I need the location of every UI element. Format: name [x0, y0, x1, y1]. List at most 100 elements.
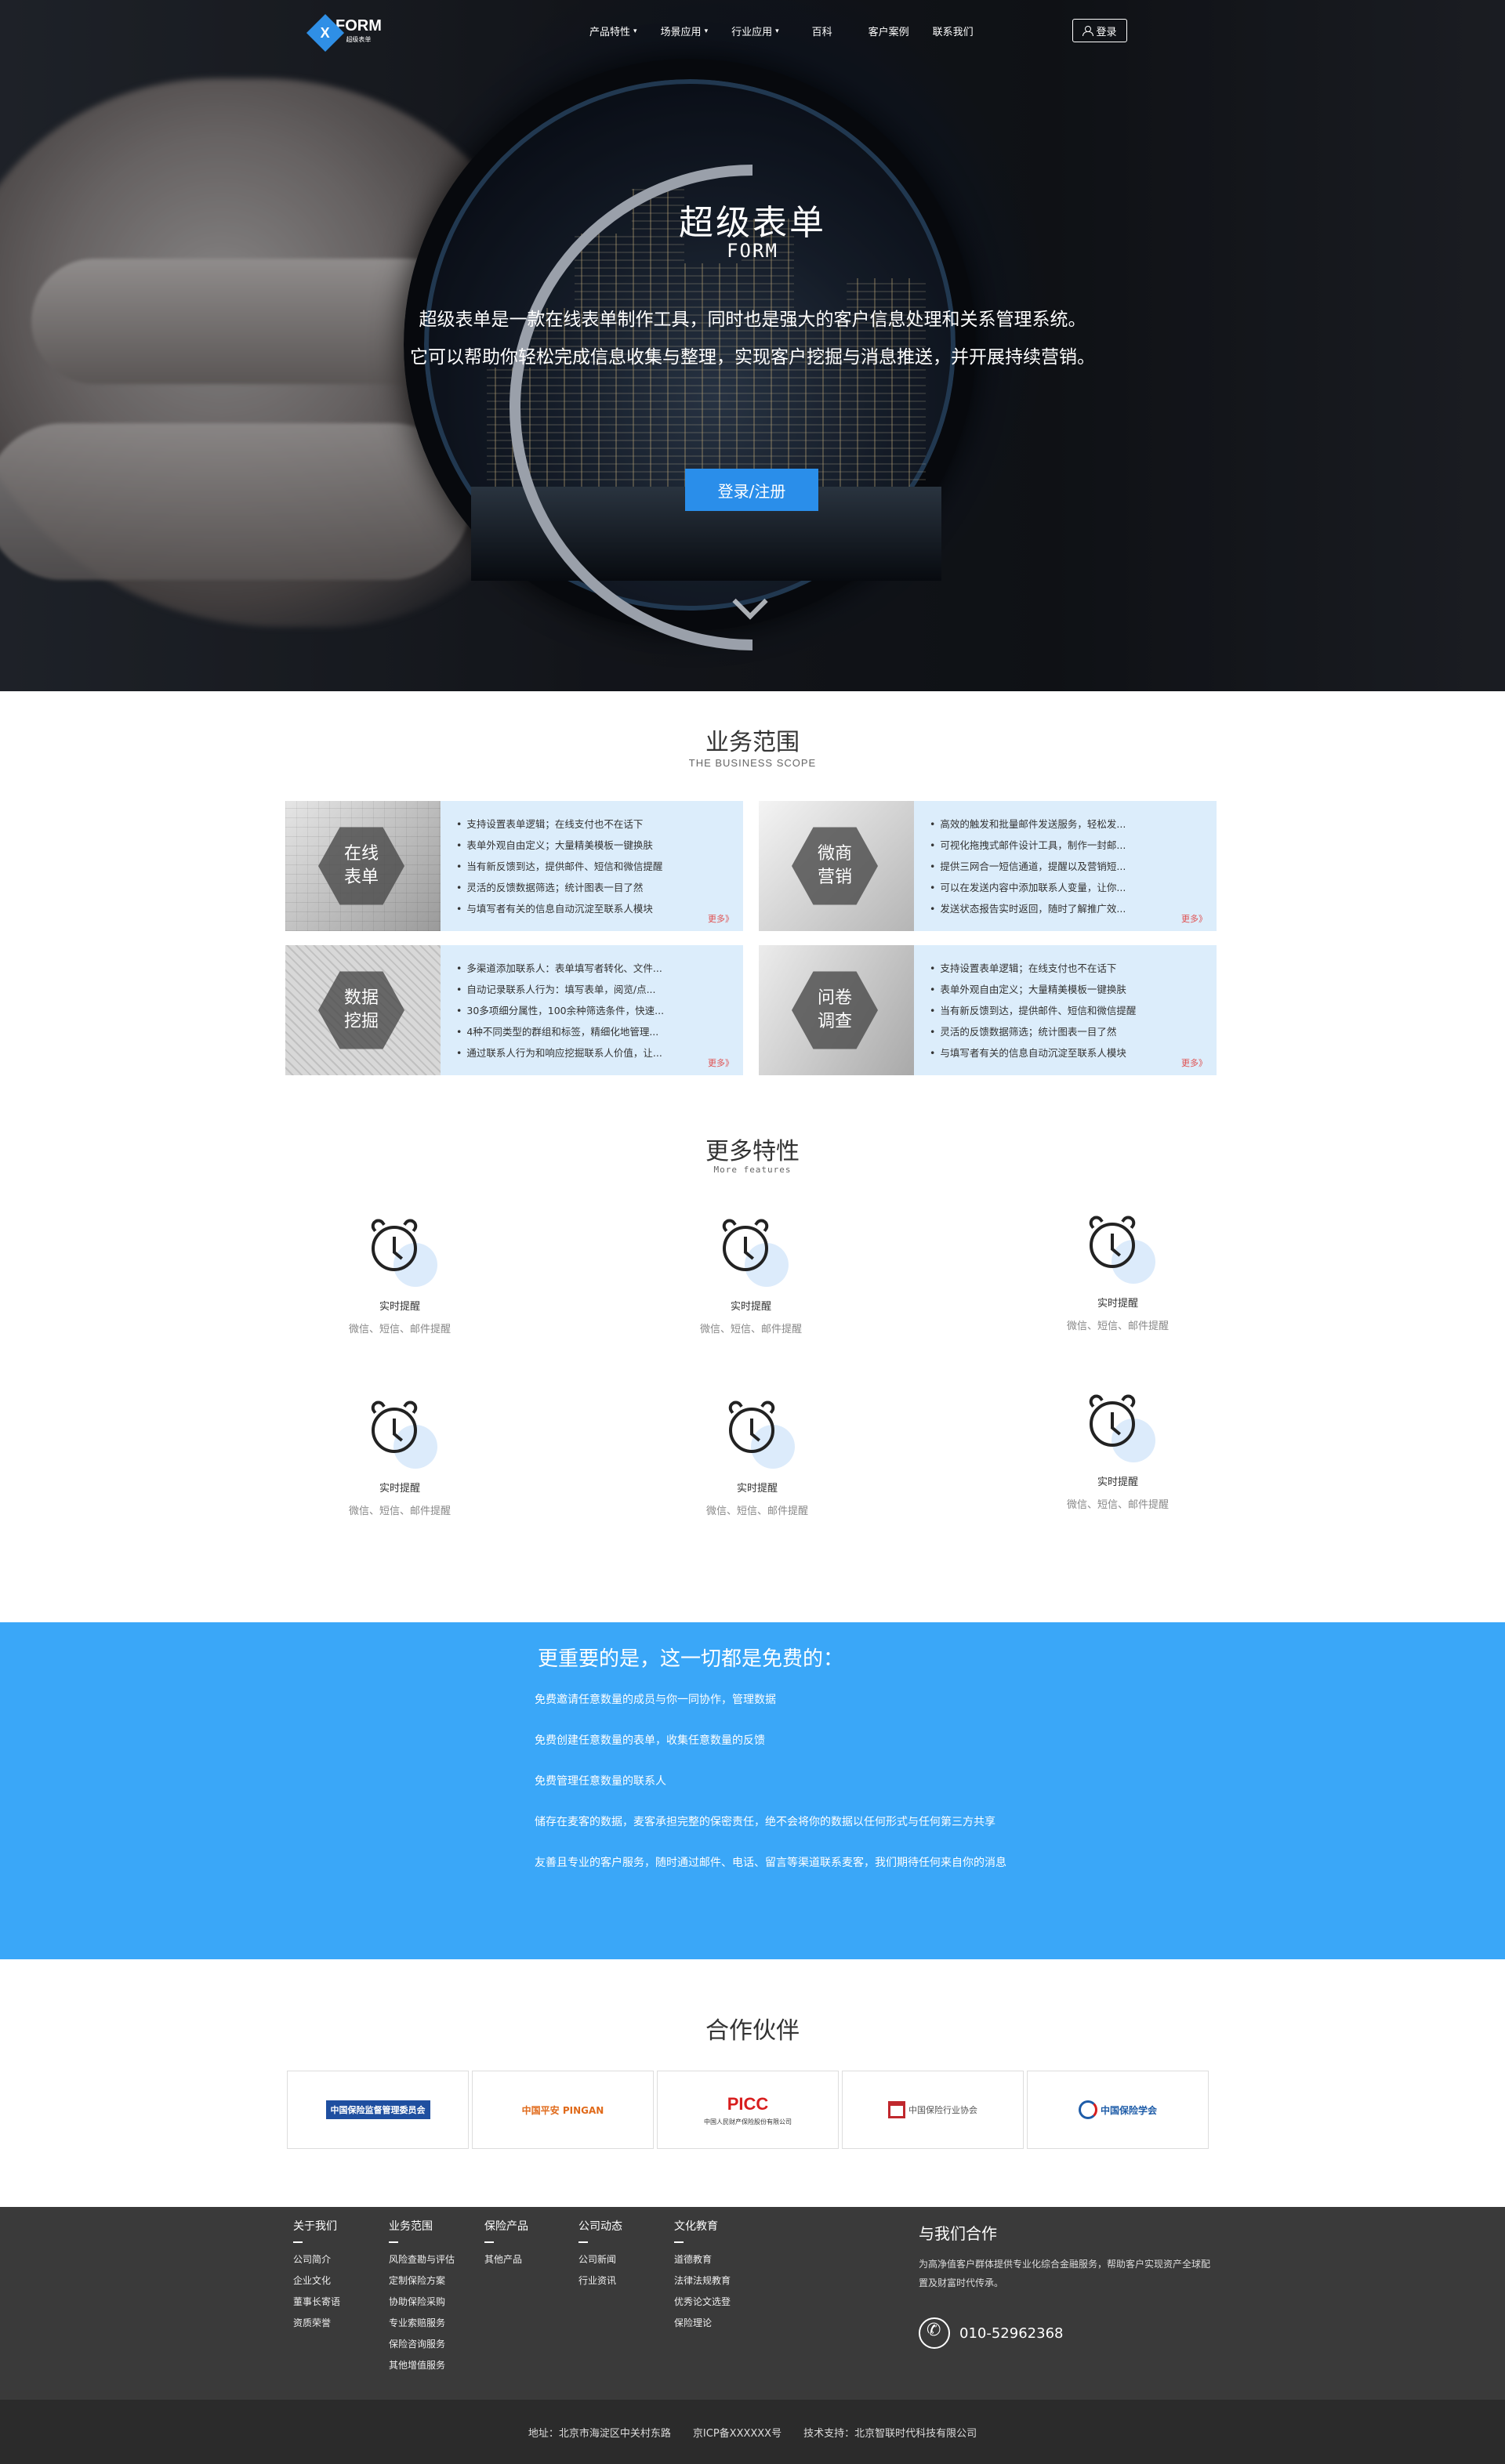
phone-contact[interactable]: 010-52962368 [919, 2317, 1217, 2349]
alarm-clock-icon [1086, 1391, 1155, 1462]
brand-logo[interactable]: X FORM 超级表单 [306, 13, 382, 53]
footer-link[interactable]: 公司简介 [293, 2249, 340, 2270]
tech-support-text: 技术支持：北京智联时代科技有限公司 [803, 2427, 977, 2440]
features-subtitle: More features [713, 1165, 792, 1175]
footer-col-about: 关于我们 公司简介 企业文化 董事长寄语 资质荣誉 [293, 2218, 340, 2334]
nav-item-product-features[interactable]: 产品特性 ▾ [589, 24, 637, 38]
footer-link[interactable]: 定制保险方案 [389, 2270, 455, 2292]
chevron-down-icon: ▾ [633, 27, 637, 35]
footer-link[interactable]: 协助保险采购 [389, 2292, 455, 2313]
footer-link[interactable]: 其他增值服务 [389, 2355, 455, 2376]
page: X FORM 超级表单 产品特性 ▾ 场景应用 ▾ 行业应用 ▾ 百科 客户案例 联系… [0, 0, 1505, 2464]
scope-card-data-mining[interactable]: 数据挖掘 多渠道添加联系人：表单填写者转化、文件... 自动记录联系人行为：填写… [285, 945, 743, 1075]
free-section: 更重要的是，这一切都是免费的： 免费邀请任意数量的成员与你一同协作，管理数据 免… [0, 1622, 1505, 1959]
feature-item[interactable]: 实时提醒 微信、短信、邮件提醒 [321, 1397, 478, 1517]
hero-title: 超级表单 [679, 203, 826, 243]
card-image: 数据 挖掘 [285, 945, 441, 1075]
card-feature-list: 支持设置表单逻辑；在线支付也不在话下 表单外观自由定义；大量精美模板一键换肤 当… [930, 958, 1212, 1064]
footer-col-products: 保险产品 其他产品 [484, 2218, 528, 2270]
hero-banner: X FORM 超级表单 产品特性 ▾ 场景应用 ▾ 行业应用 ▾ 百科 客户案例 联系… [0, 0, 1505, 691]
scope-card-online-form[interactable]: 在线表单 支持设置表单逻辑；在线支付也不在话下 表单外观自由定义；大量精美模板一… [285, 801, 743, 931]
nav-item-scenarios[interactable]: 场景应用 ▾ [661, 24, 709, 38]
partners-title: 合作伙伴 [705, 2017, 800, 2045]
nav-item-industries[interactable]: 行业应用 ▾ [731, 24, 779, 38]
feature-item[interactable]: 实时提醒 微信、短信、邮件提醒 [321, 1216, 478, 1335]
partner-logo-circ[interactable]: 中国保险监督管理委员会 [287, 2071, 469, 2149]
footer-link[interactable]: 道德教育 [674, 2249, 731, 2270]
more-link[interactable]: 更多》 [1181, 912, 1207, 925]
footer-link[interactable]: 保险理论 [674, 2313, 731, 2334]
copyright-bar: 地址：北京市海淀区中关村东路 京ICP备XXXXXX号 技术支持：北京智联时代科… [0, 2400, 1505, 2464]
partner-logo-pingan[interactable]: 中国平安 PINGAN [472, 2071, 654, 2149]
hex-label: 微商 营销 [792, 827, 878, 905]
alarm-clock-icon [368, 1216, 437, 1287]
partner-logo-iac[interactable]: 中国保险行业协会 [842, 2071, 1024, 2149]
icp-text: 京ICP备XXXXXX号 [692, 2427, 782, 2440]
footer-link[interactable]: 行业资讯 [578, 2270, 622, 2292]
scope-title: 业务范围 [705, 729, 800, 756]
scope-subtitle: THE BUSINESS SCOPE [688, 757, 817, 769]
free-line: 免费管理任意数量的联系人 [535, 1775, 666, 1788]
footer-col-news: 公司动态 公司新闻 行业资讯 [578, 2218, 622, 2292]
nav-item-wiki[interactable]: 百科 [812, 24, 832, 38]
chevron-down-icon: ▾ [775, 27, 779, 35]
scope-card-survey[interactable]: 问卷调查 支持设置表单逻辑；在线支付也不在话下 表单外观自由定义；大量精美模板一… [759, 945, 1217, 1075]
free-line: 友善且专业的客户服务，随时通过邮件、电话、留言等渠道联系麦客，我们期待任何来自你… [535, 1857, 1006, 1869]
login-button[interactable]: 登录 [1072, 19, 1127, 42]
main-menu: 产品特性 ▾ 场景应用 ▾ 行业应用 ▾ 百科 客户案例 联系我们 [589, 24, 997, 38]
footer: 关于我们 公司简介 企业文化 董事长寄语 资质荣誉 业务范围 风险查勘与评估 定… [0, 2207, 1505, 2400]
footer-link[interactable]: 资质荣誉 [293, 2313, 340, 2334]
card-feature-list: 支持设置表单逻辑；在线支付也不在话下 表单外观自由定义；大量精美模板一键换肤 当… [456, 813, 738, 919]
footer-link[interactable]: 优秀论文选登 [674, 2292, 731, 2313]
nav-item-cases[interactable]: 客户案例 [869, 24, 909, 38]
footer-col-business: 业务范围 风险查勘与评估 定制保险方案 协助保险采购 专业索赔服务 保险咨询服务… [389, 2218, 455, 2376]
card-feature-list: 高效的触发和批量邮件发送服务，轻松发... 可视化拖拽式邮件设计工具，制作一封邮… [930, 813, 1212, 919]
alarm-clock-icon [368, 1397, 437, 1469]
features-title: 更多特性 [705, 1138, 800, 1165]
partner-logo-iic[interactable]: 中国保险学会 [1027, 2071, 1209, 2149]
phone-icon [919, 2317, 950, 2349]
footer-cooperation: 与我们合作 为高净值客户群体提供专业化综合金融服务，帮助客户实现资产全球配置及财… [919, 2221, 1217, 2349]
address-text: 地址：北京市海淀区中关村东路 [528, 2427, 671, 2440]
chevron-down-icon: ▾ [704, 27, 709, 35]
footer-link[interactable]: 法律法规教育 [674, 2270, 731, 2292]
globe-icon [1078, 2100, 1097, 2119]
alarm-clock-icon [726, 1397, 795, 1469]
free-title: 更重要的是，这一切都是免费的： [538, 1647, 844, 1671]
feature-item[interactable]: 实时提醒 微信、短信、邮件提醒 [1039, 1212, 1196, 1332]
free-line: 免费创建任意数量的表单，收集任意数量的反馈 [535, 1734, 765, 1747]
card-feature-list: 多渠道添加联系人：表单填写者转化、文件... 自动记录联系人行为：填写表单，阅览… [456, 958, 738, 1064]
footer-link[interactable]: 董事长寄语 [293, 2292, 340, 2313]
scope-card-wechat-marketing[interactable]: 微商营销 高效的触发和批量邮件发送服务，轻松发... 可视化拖拽式邮件设计工具，… [759, 801, 1217, 931]
card-image: 微商 营销 [759, 801, 914, 931]
phone-number: 010-52962368 [959, 2324, 1064, 2342]
top-nav: X FORM 超级表单 产品特性 ▾ 场景应用 ▾ 行业应用 ▾ 百科 客户案例 联系… [0, 0, 1505, 61]
free-line: 免费邀请任意数量的成员与你一同协作，管理数据 [535, 1694, 776, 1706]
coop-description: 为高净值客户群体提供专业化综合金融服务，帮助客户实现资产全球配置及财富时代传承。 [919, 2259, 1211, 2288]
hex-label: 数据 挖掘 [318, 971, 404, 1049]
hero-subtitle: FORM [727, 240, 778, 262]
footer-link[interactable]: 公司新闻 [578, 2249, 622, 2270]
logo-subtext: 超级表单 [346, 36, 372, 43]
more-link[interactable]: 更多》 [708, 1056, 734, 1069]
footer-link[interactable]: 风险查勘与评估 [389, 2249, 455, 2270]
partner-logo-picc[interactable]: PICC 中国人民财产保险股份有限公司 [657, 2071, 839, 2149]
feature-item[interactable]: 实时提醒 微信、短信、邮件提醒 [1039, 1391, 1196, 1511]
feature-item[interactable]: 实时提醒 微信、短信、邮件提醒 [679, 1397, 836, 1517]
user-icon [1083, 26, 1094, 36]
feature-item[interactable]: 实时提醒 微信、短信、邮件提醒 [673, 1216, 829, 1335]
login-register-button[interactable]: 登录/注册 [685, 469, 818, 511]
footer-link[interactable]: 其他产品 [484, 2249, 528, 2270]
card-image: 问卷 调查 [759, 945, 914, 1075]
more-link[interactable]: 更多》 [708, 912, 734, 925]
footer-link[interactable]: 保险咨询服务 [389, 2334, 455, 2355]
footer-link[interactable]: 企业文化 [293, 2270, 340, 2292]
footer-col-education: 文化教育 道德教育 法律法规教育 优秀论文选登 保险理论 [674, 2218, 731, 2334]
hero-description: 超级表单是一款在线表单制作工具，同时也是强大的客户信息处理和关系管理系统。 它可… [410, 310, 1095, 368]
building-icon [888, 2101, 905, 2118]
nav-item-contact[interactable]: 联系我们 [933, 24, 974, 38]
hex-label: 问卷 调查 [792, 971, 878, 1049]
more-link[interactable]: 更多》 [1181, 1056, 1207, 1069]
free-line: 储存在麦客的数据，麦客承担完整的保密责任，绝不会将你的数据以任何形式与任何第三方… [535, 1816, 995, 1828]
footer-link[interactable]: 专业索赔服务 [389, 2313, 455, 2334]
